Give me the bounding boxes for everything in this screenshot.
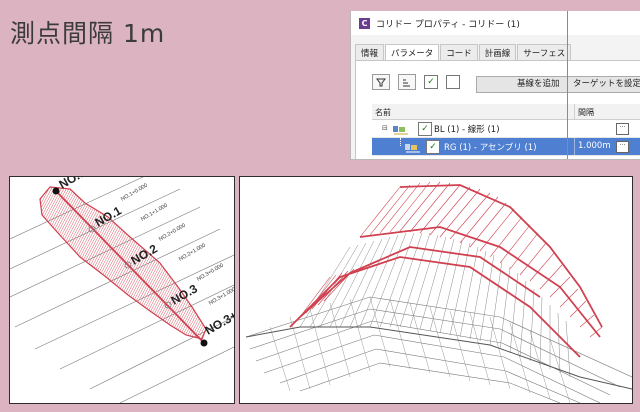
uncheck-all-checkbox[interactable] bbox=[446, 75, 460, 89]
tab-surfaces[interactable]: サーフェス bbox=[517, 44, 572, 60]
baseline-checkbox[interactable]: ✓ bbox=[418, 122, 432, 136]
col-interval-header[interactable]: 間隔 bbox=[578, 107, 594, 118]
add-baseline-label: 基線を追加 bbox=[517, 79, 560, 89]
dialog-title: コリドー プロパティ - コリドー (1) bbox=[376, 19, 520, 30]
tab-strip: 情報 パラメータ コード 計画線 サーフェス bbox=[355, 44, 572, 62]
plan-view-drawing: NO.0 NO.1 NO.2 NO.3 NO.3+ NO.1+0.000 NO.… bbox=[10, 177, 234, 403]
page-title: 測点間隔 1m bbox=[10, 19, 166, 48]
baseline-label: BL (1) - 線形 (1) bbox=[434, 125, 500, 135]
collapse-icon[interactable]: ⊟ bbox=[382, 124, 388, 132]
grid-row-region[interactable]: ✓ RG (1) - アセンブリ (1) 1.000m ··· bbox=[372, 138, 640, 156]
highlight-guide-line bbox=[567, 11, 568, 159]
check-all-checkbox[interactable]: ✓ bbox=[424, 75, 438, 89]
region-ellipsis-button[interactable]: ··· bbox=[616, 141, 629, 153]
grid-row-baseline[interactable]: ⊟ ✓ BL (1) - 線形 (1) ··· bbox=[372, 120, 640, 138]
baseline-grid: 名前 間隔 ⊟ ✓ BL (1) - 線形 (1) ··· ✓ RG (1) - bbox=[372, 104, 640, 156]
chainage-label: NO.2+1.000 bbox=[178, 243, 207, 263]
3d-view-panel bbox=[239, 176, 633, 404]
filter-icon[interactable] bbox=[372, 74, 390, 90]
set-target-label[interactable]: ターゲットを設定 bbox=[573, 77, 640, 92]
civil3d-app-icon: C bbox=[359, 17, 370, 29]
plan-view-panel: NO.0 NO.1 NO.2 NO.3 NO.3+ NO.1+0.000 NO.… bbox=[9, 176, 235, 404]
col-name-header[interactable]: 名前 bbox=[375, 107, 391, 118]
chainage-label: NO.3+1.000 bbox=[208, 287, 234, 307]
grid-toolbar: ✓ bbox=[372, 74, 468, 90]
corridor-properties-dialog: C コリドー プロパティ - コリドー (1) 情報 パラメータ コード 計画線… bbox=[350, 11, 640, 160]
tab-feature-lines[interactable]: 計画線 bbox=[478, 44, 517, 60]
parameters-panel: ✓ 基線を追加 ターゲットを設定 名前 間隔 ⊟ ✓ BL (1) - 線形 (… bbox=[355, 60, 640, 159]
station-label: NO.3+ bbox=[203, 308, 235, 338]
region-icon bbox=[405, 144, 420, 153]
station-label: NO.0 bbox=[57, 177, 89, 192]
tab-codes[interactable]: コード bbox=[440, 44, 478, 60]
baseline-icon bbox=[393, 126, 408, 135]
region-label: RG (1) - アセンブリ (1) bbox=[444, 143, 537, 153]
tab-info[interactable]: 情報 bbox=[355, 44, 385, 60]
grid-header: 名前 間隔 bbox=[372, 104, 640, 120]
add-baseline-button[interactable]: 基線を追加 ターゲットを設定 bbox=[476, 76, 640, 93]
chainage-label: NO.3+0.000 bbox=[196, 263, 225, 283]
region-checkbox[interactable]: ✓ bbox=[426, 140, 440, 154]
sort-icon[interactable] bbox=[398, 74, 416, 90]
baseline-ellipsis-button[interactable]: ··· bbox=[616, 123, 629, 135]
region-interval-value[interactable]: 1.000m bbox=[578, 141, 611, 151]
dialog-titlebar[interactable]: C コリドー プロパティ - コリドー (1) bbox=[351, 11, 640, 35]
chainage-label: NO.2+0.000 bbox=[158, 223, 187, 243]
3d-corridor-drawing bbox=[245, 181, 632, 403]
